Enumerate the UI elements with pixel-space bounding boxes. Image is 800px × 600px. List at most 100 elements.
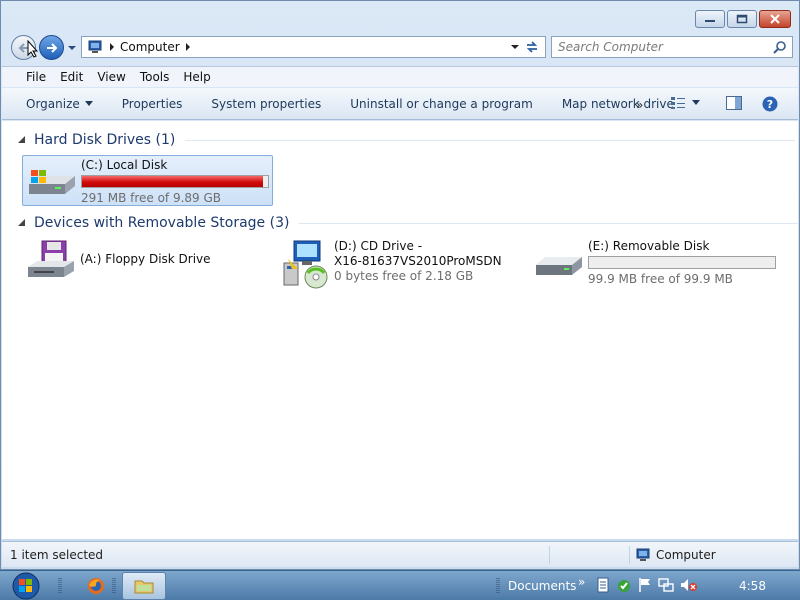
drive-name: (C:) Local Disk	[81, 158, 168, 172]
help-icon: ?	[762, 96, 778, 112]
cd-drive-setup-icon	[283, 240, 328, 289]
drive-usage-bar	[81, 175, 269, 188]
navigation-row: Computer	[9, 34, 793, 60]
menu-bar: File Edit View Tools Help	[2, 66, 798, 87]
change-view-button[interactable]	[670, 96, 700, 110]
status-location: Computer	[630, 548, 716, 562]
organize-label: Organize	[26, 96, 80, 111]
status-divider	[550, 545, 630, 564]
preview-pane-button[interactable]	[726, 96, 742, 113]
drive-info: (E:) Removable Disk 99.9 MB free of 99.9…	[588, 239, 776, 287]
arrow-right-icon	[46, 42, 57, 53]
windows-drive-icon	[29, 170, 75, 194]
explorer-window: Computer File Edit View Tools Help Organ…	[0, 0, 800, 570]
refresh-button[interactable]	[519, 36, 546, 58]
drive-info: (C:) Local Disk 291 MB free of 9.89 GB	[81, 158, 269, 206]
search-input[interactable]	[552, 37, 762, 57]
collapse-group-icon[interactable]	[18, 219, 26, 227]
drive-free-space: 99.9 MB free of 99.9 MB	[588, 272, 733, 286]
start-button[interactable]	[8, 571, 44, 600]
close-icon	[770, 14, 780, 24]
status-location-label: Computer	[656, 547, 716, 562]
system-tray	[596, 577, 698, 593]
document-icon[interactable]	[596, 577, 610, 593]
organize-button[interactable]: Organize	[26, 97, 93, 111]
group-hard-disk-drives[interactable]: Hard Disk Drives (1)	[2, 130, 798, 150]
toolbar-more-button[interactable]: »	[578, 575, 585, 589]
floppy-drive-icon	[28, 240, 74, 277]
help-button[interactable]: ?	[762, 96, 778, 115]
uninstall-program-button[interactable]: Uninstall or change a program	[350, 97, 533, 111]
maximize-button[interactable]	[727, 10, 757, 28]
caption-buttons	[695, 10, 791, 28]
collapse-group-icon[interactable]	[18, 136, 26, 144]
system-properties-button[interactable]: System properties	[211, 97, 321, 111]
chevron-down-icon	[84, 100, 93, 106]
taskbar-grip-icon[interactable]	[58, 577, 62, 595]
group-removable-storage[interactable]: Devices with Removable Storage (3)	[2, 213, 798, 233]
drive-item-a[interactable]: (A:) Floppy Disk Drive	[24, 239, 211, 283]
menu-view[interactable]: View	[97, 70, 125, 84]
action-center-flag-icon[interactable]	[638, 577, 652, 593]
drive-name: (A:) Floppy Disk Drive	[80, 252, 211, 266]
drive-item-e[interactable]: (E:) Removable Disk 99.9 MB free of 99.9…	[532, 239, 776, 287]
computer-icon	[636, 548, 650, 561]
group-title: Devices with Removable Storage (3)	[33, 215, 290, 231]
drive-name: (E:) Removable Disk	[588, 239, 710, 253]
search-box[interactable]	[551, 36, 793, 58]
preview-pane-icon	[726, 96, 742, 110]
firefox-icon	[88, 578, 104, 594]
chevron-down-icon	[692, 100, 700, 105]
taskbar: Documents » 4:58	[0, 570, 800, 600]
group-divider	[185, 139, 796, 141]
drive-item-c[interactable]: (C:) Local Disk 291 MB free of 9.89 GB	[22, 155, 273, 206]
taskbar-clock[interactable]: 4:58	[739, 579, 766, 593]
taskbar-grip-icon[interactable]	[112, 577, 116, 595]
taskbar-explorer-button[interactable]	[122, 572, 166, 600]
drive-info: (D:) CD Drive - X16-81637VS2010ProMSDN 0…	[334, 239, 502, 284]
drive-free-space: 0 bytes free of 2.18 GB	[334, 269, 474, 283]
status-bar: 1 item selected Computer	[2, 541, 798, 567]
drive-usage-fill	[82, 176, 263, 187]
breadcrumb-separator-icon[interactable]	[184, 42, 192, 52]
network-icon[interactable]	[658, 577, 674, 593]
mouse-pointer-icon	[27, 40, 39, 58]
group-divider	[299, 222, 798, 224]
computer-icon	[88, 40, 102, 53]
folder-icon	[134, 580, 154, 594]
forward-button[interactable]	[39, 35, 64, 60]
breadcrumb-computer[interactable]: Computer	[120, 40, 180, 54]
windows-logo-icon	[12, 572, 40, 600]
menu-edit[interactable]: Edit	[60, 70, 83, 84]
refresh-icon	[526, 41, 538, 53]
drive-free-space: 291 MB free of 9.89 GB	[81, 191, 222, 205]
removable-disk-icon	[536, 257, 582, 275]
documents-toolbar-label[interactable]: Documents	[508, 579, 576, 593]
drive-info: (A:) Floppy Disk Drive	[80, 239, 211, 267]
address-bar[interactable]: Computer	[81, 36, 525, 58]
drive-name-line2: X16-81637VS2010ProMSDN	[334, 254, 502, 268]
more-commands-button[interactable]: »	[636, 98, 643, 112]
svg-text:?: ?	[767, 98, 773, 111]
menu-tools[interactable]: Tools	[140, 70, 170, 84]
map-network-drive-button[interactable]: Map network drive	[562, 97, 674, 111]
search-icon[interactable]	[773, 40, 787, 54]
taskbar-grip-icon[interactable]	[496, 577, 500, 595]
volume-muted-icon[interactable]	[680, 577, 698, 593]
menu-help[interactable]: Help	[183, 70, 210, 84]
view-options-icon	[671, 97, 685, 109]
breadcrumb-separator-icon[interactable]	[108, 42, 116, 52]
status-selection: 1 item selected	[2, 545, 550, 564]
maximize-icon	[736, 14, 748, 24]
drive-name-line1: (D:) CD Drive -	[334, 239, 423, 253]
content-pane: Hard Disk Drives (1) (C:) Local Disk 291…	[2, 121, 798, 539]
recent-pages-dropdown-icon[interactable]	[67, 43, 77, 53]
security-shield-icon[interactable]	[616, 577, 632, 593]
close-button[interactable]	[759, 10, 791, 28]
drive-usage-bar	[588, 256, 776, 269]
menu-file[interactable]: File	[26, 70, 46, 84]
minimize-button[interactable]	[695, 10, 725, 28]
properties-button[interactable]: Properties	[122, 97, 183, 111]
minimize-icon	[705, 20, 715, 22]
drive-item-d[interactable]: (D:) CD Drive - X16-81637VS2010ProMSDN 0…	[278, 239, 502, 289]
